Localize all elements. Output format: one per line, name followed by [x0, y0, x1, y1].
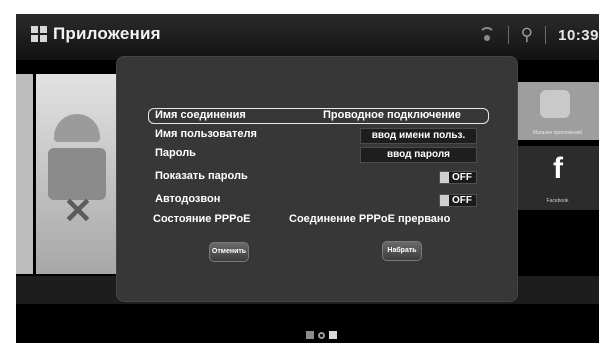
grid-icon	[31, 26, 47, 42]
pppoe-dialog: Имя соединения Проводное подключение Имя…	[116, 56, 518, 302]
show-password-label: Показать пароль	[155, 170, 248, 182]
android-app-tile[interactable]: ✕	[36, 74, 121, 274]
connection-name-label: Имя соединения	[155, 109, 246, 121]
toggle-knob	[440, 195, 449, 206]
username-field[interactable]: ввод имени польз.	[360, 128, 477, 144]
password-label: Пароль	[155, 147, 196, 159]
page-dot	[306, 331, 314, 339]
tile-caption: Facebook	[546, 198, 569, 204]
tv-screen: Приложения ⚲ 10:39 ✕ Магазин приложений …	[16, 14, 599, 343]
divider	[507, 26, 509, 44]
cancel-button[interactable]: Отменить	[209, 242, 249, 262]
top-bar: Приложения ⚲ 10:39	[16, 14, 599, 60]
password-field[interactable]: ввод пароля	[360, 147, 477, 163]
clock: 10:39	[558, 26, 599, 44]
toggle-state: OFF	[452, 172, 472, 183]
status-bar: ⚲ 10:39	[478, 22, 599, 48]
divider	[545, 26, 547, 44]
pppoe-status-label: Состояние PPPoE	[153, 213, 251, 225]
app-store-tile[interactable]: Магазин приложений	[516, 82, 599, 140]
page-indicator	[306, 331, 337, 339]
username-label: Имя пользователя	[155, 128, 257, 140]
toggle-state: OFF	[452, 195, 472, 206]
show-password-toggle[interactable]: OFF	[439, 171, 477, 184]
tile-caption: Магазин приложений	[532, 130, 583, 136]
page-dot	[318, 331, 325, 339]
wifi-icon	[478, 27, 496, 43]
facebook-tile[interactable]: f Facebook	[516, 146, 599, 210]
store-robot-icon	[540, 90, 570, 118]
autodial-toggle[interactable]: OFF	[439, 194, 477, 207]
background-card	[16, 74, 33, 274]
connection-name-value: Проводное подключение	[323, 109, 461, 121]
toggle-knob	[440, 172, 449, 183]
page-dot	[329, 331, 337, 339]
android-robot-icon	[54, 114, 100, 142]
page-title: Приложения	[53, 24, 161, 43]
pppoe-status-value: Соединение PPPoE прервано	[289, 213, 451, 225]
usb-icon: ⚲	[520, 25, 534, 44]
dial-button[interactable]: Набрать	[382, 241, 422, 261]
facebook-icon: f	[553, 152, 563, 185]
autodial-label: Автодозвон	[155, 193, 221, 205]
tools-icon: ✕	[62, 190, 94, 231]
